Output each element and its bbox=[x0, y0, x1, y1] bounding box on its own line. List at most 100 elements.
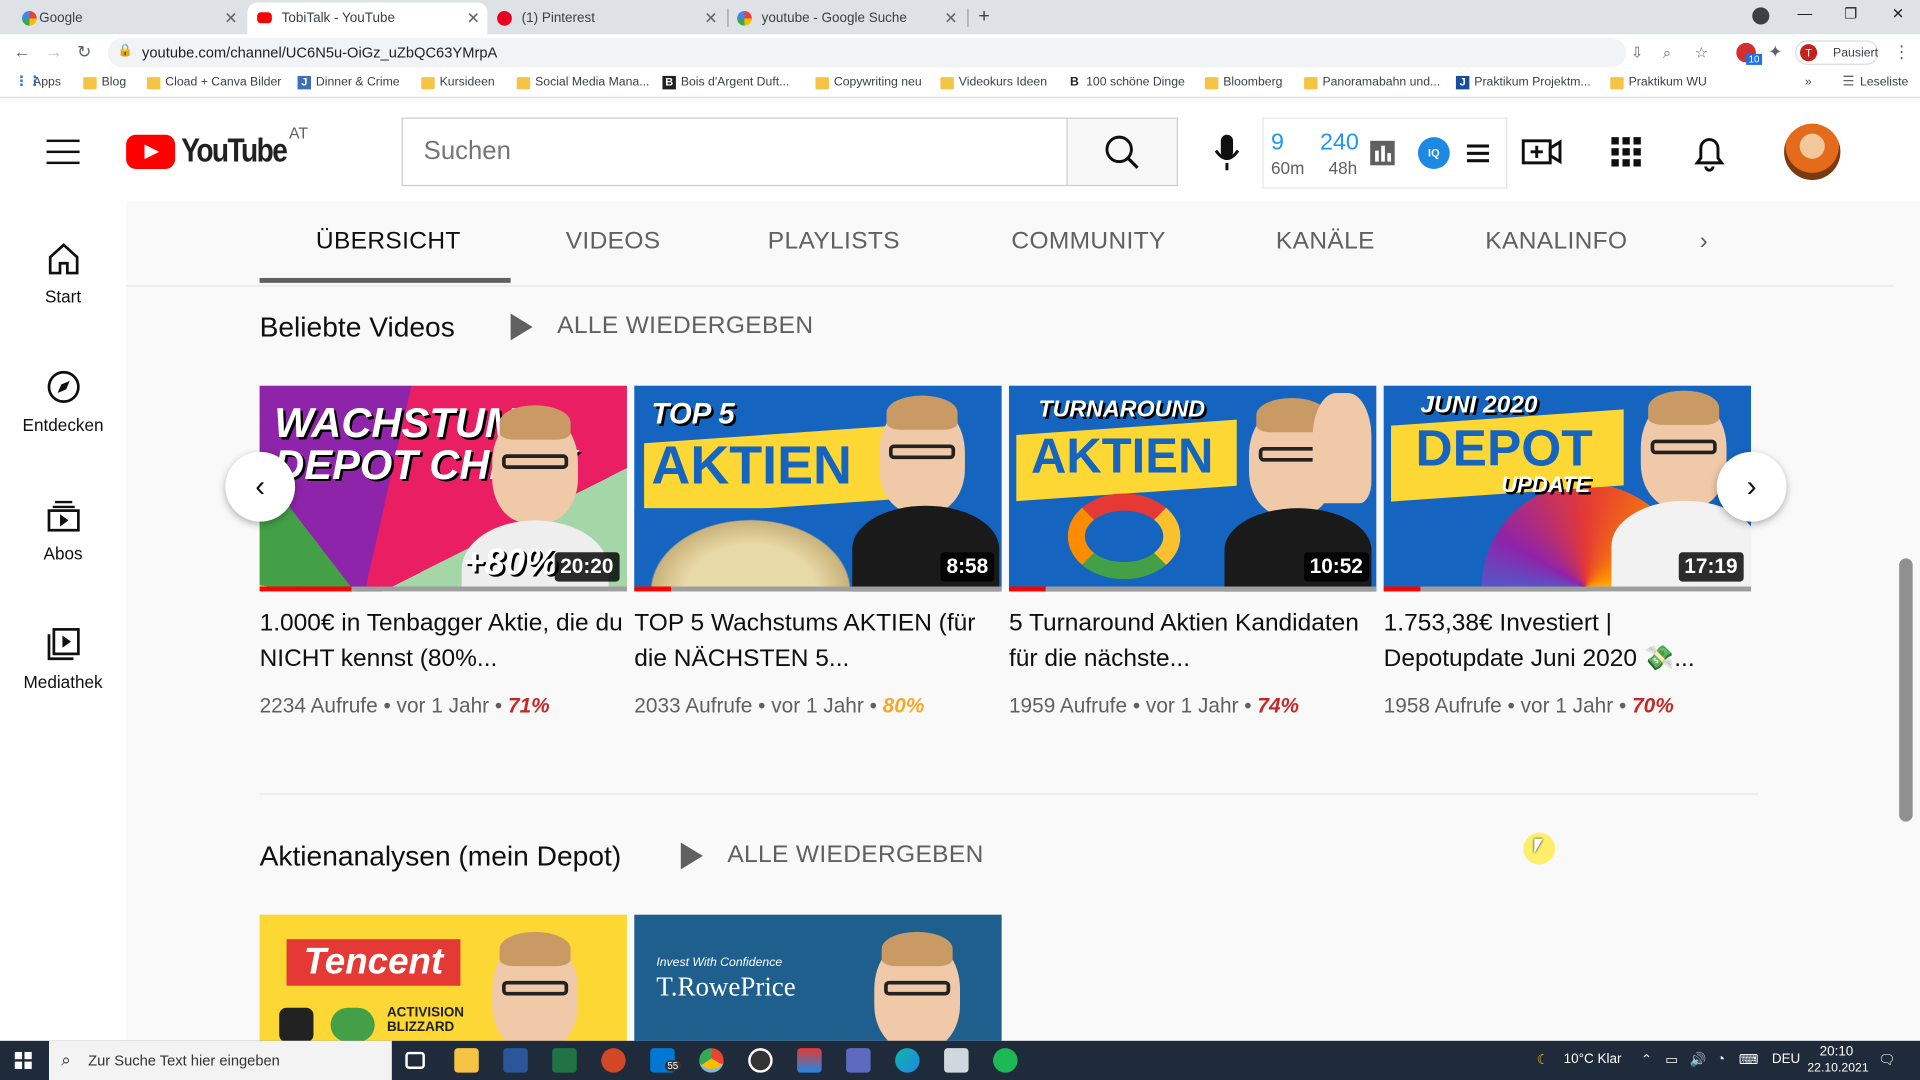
tab-search-icon[interactable] bbox=[1752, 7, 1770, 25]
new-tab-icon[interactable]: + bbox=[978, 6, 989, 28]
bookmark-bois[interactable]: B Bois d'Argent Duft... bbox=[662, 75, 789, 90]
sidebar-item-start[interactable]: Start bbox=[0, 240, 126, 306]
video-title[interactable]: 5 Turnaround Aktien Kandidaten für die n… bbox=[1009, 606, 1376, 677]
video-thumbnail[interactable]: TURNAROUND AKTIEN 10:52 bbox=[1008, 385, 1377, 592]
bookmark-videokurs[interactable]: Videokurs Ideen bbox=[940, 76, 1047, 90]
video-title[interactable]: 1.000€ in Tenbagger Aktie, die du NICHT … bbox=[260, 606, 627, 677]
profile-button[interactable]: T Pausiert bbox=[1795, 40, 1879, 65]
voice-search-button[interactable] bbox=[1207, 130, 1246, 174]
vidiq-icon[interactable]: IQ bbox=[1417, 137, 1450, 169]
account-avatar[interactable] bbox=[1784, 123, 1841, 181]
carousel-prev-button[interactable]: ‹ bbox=[225, 451, 296, 522]
video-title[interactable]: 1.753,38€ Investiert | Depotupdate Juni … bbox=[1384, 606, 1751, 677]
search-button[interactable] bbox=[1066, 117, 1178, 187]
windows-start-icon[interactable] bbox=[14, 1051, 32, 1069]
bookmark-social-media[interactable]: Social Media Mana... bbox=[516, 76, 649, 90]
bookmark-apps[interactable]: ⋮⋮ Apps bbox=[15, 75, 61, 89]
restore-icon[interactable]: ❐ bbox=[1844, 5, 1857, 22]
sidebar-item-entdecken[interactable]: Entdecken bbox=[0, 369, 126, 435]
guide-menu-icon[interactable] bbox=[46, 139, 80, 165]
install-icon[interactable]: ⇩ bbox=[1631, 44, 1643, 61]
wifi-icon[interactable]: ◔ bbox=[1717, 1052, 1725, 1067]
bookmark-kursideen[interactable]: Kursideen bbox=[421, 76, 495, 90]
bookmark-praktikum-projekt[interactable]: J Praktikum Projektm... bbox=[1455, 75, 1591, 90]
weather-text[interactable]: 10°C Klar bbox=[1564, 1052, 1622, 1067]
browser-tab-google-search[interactable]: youtube - Google Suche ✕ bbox=[732, 2, 965, 34]
task-view-icon[interactable] bbox=[405, 1051, 425, 1069]
more-bookmarks-icon[interactable]: » bbox=[1805, 76, 1812, 89]
edge-icon[interactable] bbox=[895, 1048, 920, 1073]
input-language[interactable]: DEU bbox=[1772, 1052, 1800, 1067]
tab-community[interactable]: COMMUNITY bbox=[1011, 228, 1165, 256]
section-title-beliebte-videos[interactable]: Beliebte Videos bbox=[260, 311, 455, 344]
clock-date[interactable]: 22.10.2021 bbox=[1807, 1062, 1868, 1075]
browser-tab-google[interactable]: Google ✕ bbox=[17, 2, 245, 34]
bookmark-dinner-crime[interactable]: J Dinner & Crime bbox=[297, 75, 400, 90]
video-thumbnail[interactable]: Invest With Confidence T.RowePrice bbox=[634, 914, 1002, 1041]
bookmark-100-dinge[interactable]: B 100 schöne Dinge bbox=[1068, 76, 1185, 89]
video-title[interactable]: TOP 5 Wachstums AKTIEN (für die NÄCHSTEN… bbox=[634, 606, 1001, 677]
search-box[interactable] bbox=[401, 117, 1068, 187]
browser-tab-youtube[interactable]: TobiTalk - YouTube ✕ bbox=[247, 2, 488, 35]
chrome-icon[interactable] bbox=[699, 1048, 724, 1073]
video-thumbnail[interactable]: WACHSTUMS DEPOT CHECK +80% 20:20 bbox=[259, 385, 627, 592]
puzzle-icon[interactable]: ✦ bbox=[1768, 42, 1782, 63]
back-icon[interactable]: ← bbox=[13, 42, 30, 62]
bookmark-blog[interactable]: Blog bbox=[83, 76, 126, 90]
chrome-menu-icon[interactable]: ⋮ bbox=[1893, 42, 1910, 63]
tab-uebersicht[interactable]: ÜBERSICHT bbox=[316, 228, 461, 256]
bookmark-copywriting[interactable]: Copywriting neu bbox=[815, 76, 922, 90]
obs-icon[interactable] bbox=[748, 1048, 773, 1073]
app-icon[interactable] bbox=[846, 1048, 871, 1073]
play-all-button[interactable]: ALLE WIEDERGEBEN bbox=[680, 841, 983, 870]
close-tab-icon[interactable]: ✕ bbox=[224, 9, 237, 29]
bar-chart-icon[interactable] bbox=[1369, 140, 1396, 167]
network-icon[interactable]: ▭ bbox=[1665, 1052, 1678, 1068]
video-thumbnail[interactable]: JUNI 2020 DEPOT UPDATE 17:19 bbox=[1383, 385, 1752, 592]
vidiq-stats-widget[interactable]: 9 60m 240 48h IQ bbox=[1262, 117, 1508, 189]
bookmark-panoramabahn[interactable]: Panoramabahn und... bbox=[1304, 76, 1440, 90]
youtube-logo[interactable]: YouTube bbox=[126, 132, 297, 171]
forward-icon[interactable]: → bbox=[45, 42, 62, 62]
bookmark-star-icon[interactable]: ☆ bbox=[1695, 44, 1708, 61]
notification-center-icon[interactable]: 🗨 bbox=[1878, 1052, 1895, 1068]
search-input[interactable] bbox=[402, 118, 1067, 185]
bookmark-bloomberg[interactable]: Bloomberg bbox=[1204, 76, 1282, 90]
video-thumbnail[interactable]: Tencent ACTIVISION BLIZZARD bbox=[259, 914, 627, 1041]
close-window-icon[interactable]: ✕ bbox=[1892, 5, 1904, 22]
list-menu-icon[interactable] bbox=[1466, 141, 1490, 165]
sidebar-item-mediathek[interactable]: Mediathek bbox=[0, 626, 126, 692]
play-all-button[interactable]: ALLE WIEDERGEBEN bbox=[510, 312, 813, 341]
spotify-icon[interactable] bbox=[993, 1048, 1018, 1073]
tab-kanaele[interactable]: KANÄLE bbox=[1276, 228, 1375, 256]
tabs-next-chevron-icon[interactable]: › bbox=[1700, 228, 1708, 256]
clock-time[interactable]: 20:10 bbox=[1820, 1044, 1854, 1059]
taskbar-search-box[interactable]: ⌕ Zur Suche Text hier eingeben bbox=[48, 1040, 392, 1080]
bookmark-canva[interactable]: Cload + Canva Bilder bbox=[146, 76, 281, 90]
url-text[interactable]: youtube.com/channel/UC6N5u-OiGz_uZbQC63Y… bbox=[142, 44, 497, 61]
tab-playlists[interactable]: PLAYLISTS bbox=[768, 228, 900, 256]
tab-kanalinfo[interactable]: KANALINFO bbox=[1485, 228, 1627, 256]
page-scrollbar[interactable] bbox=[1893, 200, 1920, 1041]
excel-icon[interactable] bbox=[552, 1048, 577, 1073]
app-icon[interactable] bbox=[944, 1048, 969, 1073]
omnibox[interactable]: 🔒 youtube.com/channel/UC6N5u-OiGz_uZbQC6… bbox=[107, 37, 1708, 68]
apps-button[interactable] bbox=[1604, 130, 1648, 174]
section-title-aktienanalysen[interactable]: Aktienanalysen (mein Depot) bbox=[260, 840, 622, 873]
tab-videos[interactable]: VIDEOS bbox=[566, 228, 661, 256]
keyboard-icon[interactable]: ⌨ bbox=[1739, 1052, 1758, 1068]
reading-list[interactable]: ☰ Leseliste bbox=[1842, 75, 1908, 89]
notifications-button[interactable] bbox=[1687, 130, 1731, 174]
scrollbar-thumb[interactable] bbox=[1899, 558, 1913, 822]
word-icon[interactable] bbox=[503, 1048, 528, 1073]
volume-icon[interactable]: 🔊 bbox=[1690, 1052, 1707, 1068]
create-video-button[interactable] bbox=[1520, 130, 1564, 174]
video-thumbnail[interactable]: TOP 5 AKTIEN 8:58 bbox=[634, 385, 1002, 592]
reload-icon[interactable]: ↻ bbox=[77, 42, 91, 63]
zoom-icon[interactable]: ⌕ bbox=[1663, 44, 1671, 62]
carousel-next-button[interactable]: › bbox=[1716, 451, 1787, 522]
sidebar-item-abos[interactable]: Abos bbox=[0, 497, 126, 563]
close-tab-icon[interactable]: ✕ bbox=[944, 9, 957, 29]
browser-tab-pinterest[interactable]: (1) Pinterest ✕ bbox=[492, 2, 725, 34]
minimize-icon[interactable]: — bbox=[1798, 5, 1813, 22]
